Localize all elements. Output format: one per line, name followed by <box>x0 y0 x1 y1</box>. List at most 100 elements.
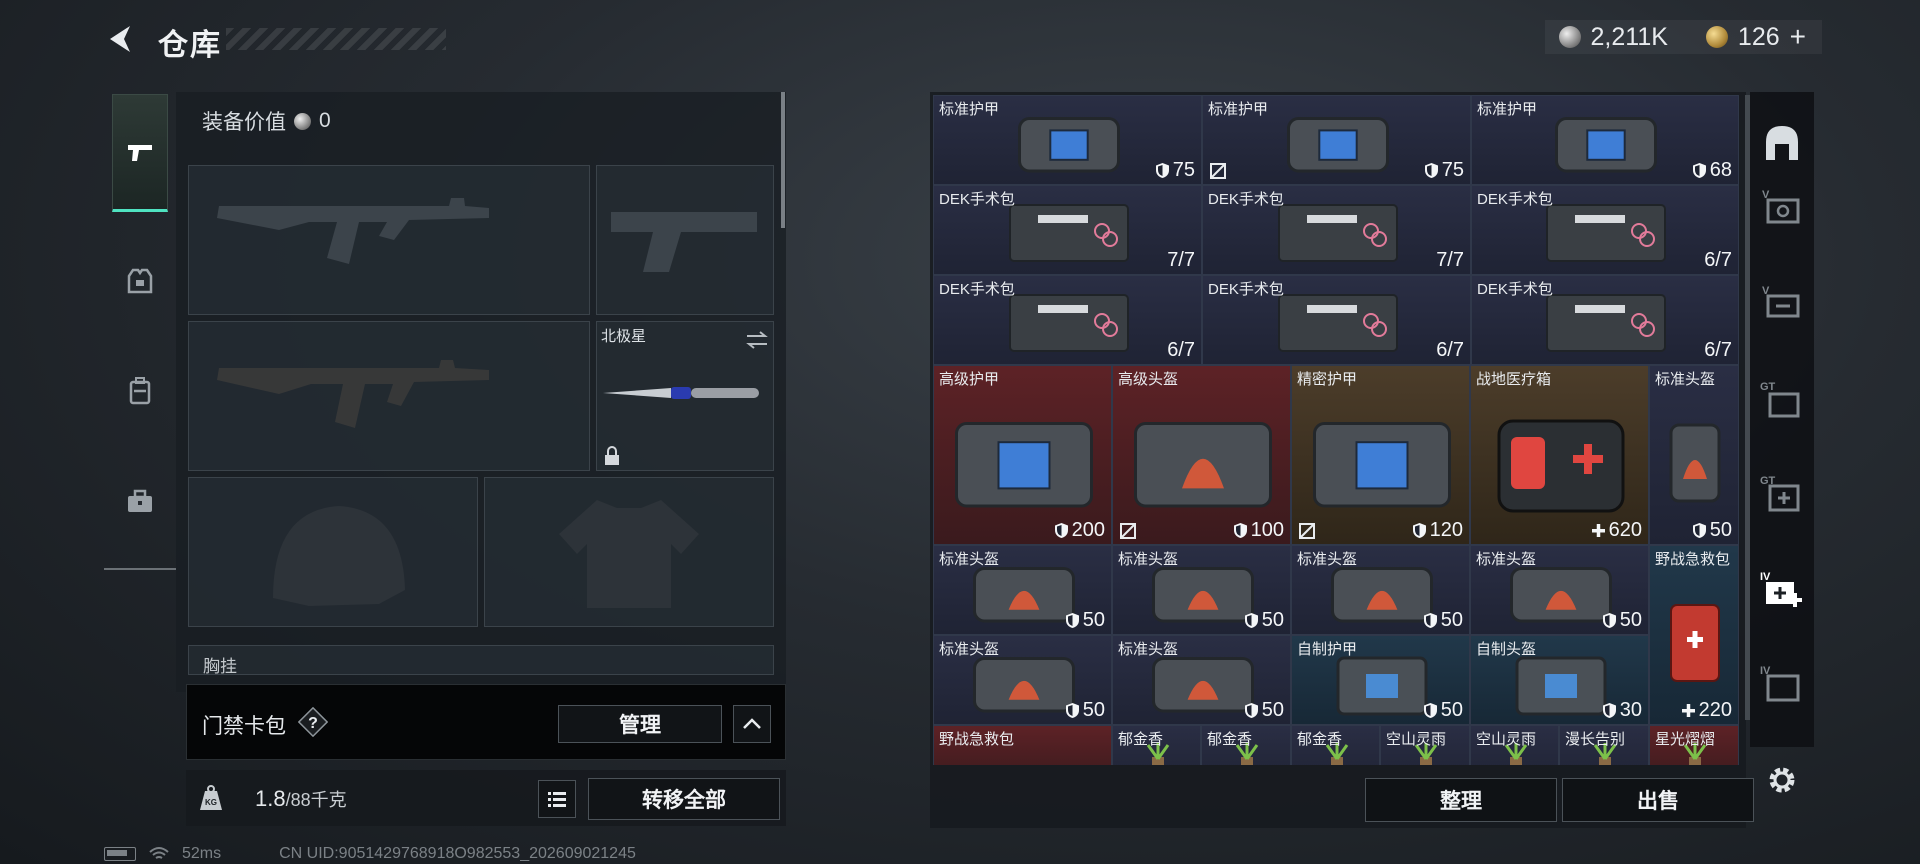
helmet-bag-icon <box>1669 423 1721 503</box>
warehouse-item[interactable]: 标准护甲 75 <box>933 95 1202 185</box>
warehouse-item[interactable]: DEK手术包 6/7 <box>1471 275 1739 365</box>
item-stat: 50 <box>1244 609 1284 632</box>
sell-button[interactable]: 出售 <box>1562 778 1754 822</box>
item-stat: 120 <box>1412 519 1463 542</box>
collapse-button[interactable] <box>733 705 771 743</box>
warehouse-item[interactable]: 高级护甲 200 <box>933 365 1112 545</box>
item-name: 郁金香 <box>1118 731 1164 748</box>
status-line: 52ms CN UID:9051429768918O982553_2026090… <box>104 845 636 863</box>
item-stat: 6/7 <box>1436 339 1464 362</box>
sort-button[interactable]: 整理 <box>1365 778 1557 822</box>
body-armor-slot[interactable] <box>484 477 774 627</box>
tab-backpack[interactable] <box>104 336 176 446</box>
warehouse-item[interactable]: 自制护甲 50 <box>1291 635 1470 725</box>
item-name: 标准护甲 <box>939 101 1000 118</box>
manage-button[interactable]: 管理 <box>558 705 722 743</box>
primary-weapon-slot[interactable] <box>188 165 590 315</box>
weight-max: /88千克 <box>285 790 347 810</box>
gt-medkit-category-icon[interactable]: GT <box>1758 470 1806 518</box>
silver-coin-icon <box>294 112 311 130</box>
pistol-slot[interactable] <box>596 165 774 315</box>
warehouse-item[interactable]: DEK手术包 6/7 <box>1202 275 1471 365</box>
item-name: 标准头盔 <box>1297 551 1358 568</box>
back-arrow-icon[interactable] <box>104 22 138 56</box>
warehouse-item[interactable]: 标准头盔 50 <box>1291 545 1470 635</box>
warehouse-item[interactable]: 标准头盔 50 <box>1112 635 1291 725</box>
helmet-slot[interactable] <box>188 477 478 627</box>
gt-backpack-category-icon[interactable]: GT <box>1758 376 1806 424</box>
warehouse-item[interactable]: DEK手术包 7/7 <box>933 185 1202 275</box>
warehouse-item[interactable]: 野战急救包 <box>933 725 1112 765</box>
warehouse-item[interactable]: 精密护甲 120 <box>1291 365 1470 545</box>
warehouse-item[interactable]: DEK手术包 6/7 <box>933 275 1202 365</box>
card-pack-label: 门禁卡包 <box>202 715 286 738</box>
item-name: 郁金香 <box>1207 731 1253 748</box>
warehouse-item[interactable]: 星光熠熠 <box>1649 725 1739 765</box>
tab-weapons[interactable] <box>112 94 168 212</box>
item-stat: 68 <box>1692 159 1732 182</box>
item-name: 标准头盔 <box>939 641 1000 658</box>
warehouse-item[interactable]: 空山灵雨 <box>1470 725 1559 765</box>
heal-plus-icon <box>1591 524 1605 537</box>
swap-icon[interactable] <box>745 330 769 350</box>
help-diamond-icon: ? <box>297 706 329 738</box>
warehouse-item[interactable]: 标准头盔 50 <box>933 545 1112 635</box>
helmet-category-icon[interactable] <box>1758 120 1806 168</box>
equipment-value-label: 装备价值 <box>202 111 286 134</box>
warehouse-item[interactable]: 野战急救包 220 <box>1649 545 1739 725</box>
list-view-button[interactable] <box>538 780 576 818</box>
warehouse-item[interactable]: DEK手术包 6/7 <box>1471 185 1739 275</box>
knife-icon <box>603 387 759 399</box>
transfer-all-button[interactable]: 转移全部 <box>588 778 780 820</box>
warehouse-item[interactable]: 郁金香 <box>1112 725 1201 765</box>
v-armor-category-icon[interactable]: V <box>1758 184 1806 232</box>
item-stat: 50 <box>1423 609 1463 632</box>
item-name: 标准护甲 <box>1208 101 1269 118</box>
add-gold-button[interactable]: + <box>1790 21 1806 53</box>
warehouse-item[interactable]: 标准头盔 50 <box>1112 545 1291 635</box>
warehouse-item[interactable]: 空山灵雨 <box>1380 725 1470 765</box>
warehouse-item[interactable]: 自制头盔 30 <box>1470 635 1649 725</box>
chest-rig-slot[interactable]: 胸挂 <box>188 645 774 676</box>
shield-icon <box>1155 163 1169 178</box>
warehouse-item[interactable]: 郁金香 <box>1291 725 1380 765</box>
warehouse-item[interactable]: DEK手术包 7/7 <box>1202 185 1471 275</box>
iv-misc-category-icon[interactable]: IV <box>1758 660 1806 708</box>
tab-armor[interactable] <box>104 226 176 336</box>
armor-bag-icon <box>1018 117 1120 173</box>
item-name: 标准头盔 <box>939 551 1000 568</box>
item-name: 标准头盔 <box>1655 371 1716 388</box>
item-name: 郁金香 <box>1297 731 1343 748</box>
surgical-kit-icon <box>1546 294 1666 352</box>
item-stat: 75 <box>1155 159 1195 182</box>
item-stat: 6/7 <box>1704 249 1732 272</box>
warehouse-item[interactable]: 高级头盔 100 <box>1112 365 1291 545</box>
secondary-weapon-slot[interactable] <box>188 321 590 471</box>
iv-heal-category-icon[interactable]: IV <box>1758 566 1806 614</box>
item-stat-value: 50 <box>1619 609 1642 631</box>
item-stat-value: 50 <box>1261 609 1284 631</box>
item-stat-value: 200 <box>1071 519 1105 541</box>
heal-plus-icon <box>1681 704 1695 717</box>
warehouse-item[interactable]: 标准头盔 50 <box>1649 365 1739 545</box>
warehouse-item[interactable]: 战地医疗箱 620 <box>1470 365 1649 545</box>
item-stat-value: 50 <box>1082 699 1105 721</box>
settings-gear-icon[interactable] <box>1764 762 1800 798</box>
chest-rig-label: 胸挂 <box>203 657 237 676</box>
wifi-icon <box>149 847 169 859</box>
warehouse-item[interactable]: 漫长告别 <box>1559 725 1649 765</box>
item-name: 空山灵雨 <box>1476 731 1537 748</box>
armor-vest-icon <box>127 268 153 294</box>
warehouse-item[interactable]: 标准头盔 50 <box>1470 545 1649 635</box>
equipment-scrollbar[interactable] <box>781 92 785 228</box>
warehouse-item[interactable]: 标准护甲 68 <box>1471 95 1739 185</box>
tab-toolbox[interactable] <box>104 446 176 556</box>
shield-icon <box>1244 703 1258 718</box>
warehouse-item[interactable]: 标准头盔 50 <box>933 635 1112 725</box>
weight-readout: 1.8/88千克 <box>255 786 347 812</box>
help-button[interactable]: ? <box>297 706 329 738</box>
v-rig-category-icon[interactable]: V <box>1758 280 1806 328</box>
warehouse-item[interactable]: 标准护甲 75 <box>1202 95 1471 185</box>
item-stat: 50 <box>1423 699 1463 722</box>
warehouse-item[interactable]: 郁金香 <box>1201 725 1291 765</box>
